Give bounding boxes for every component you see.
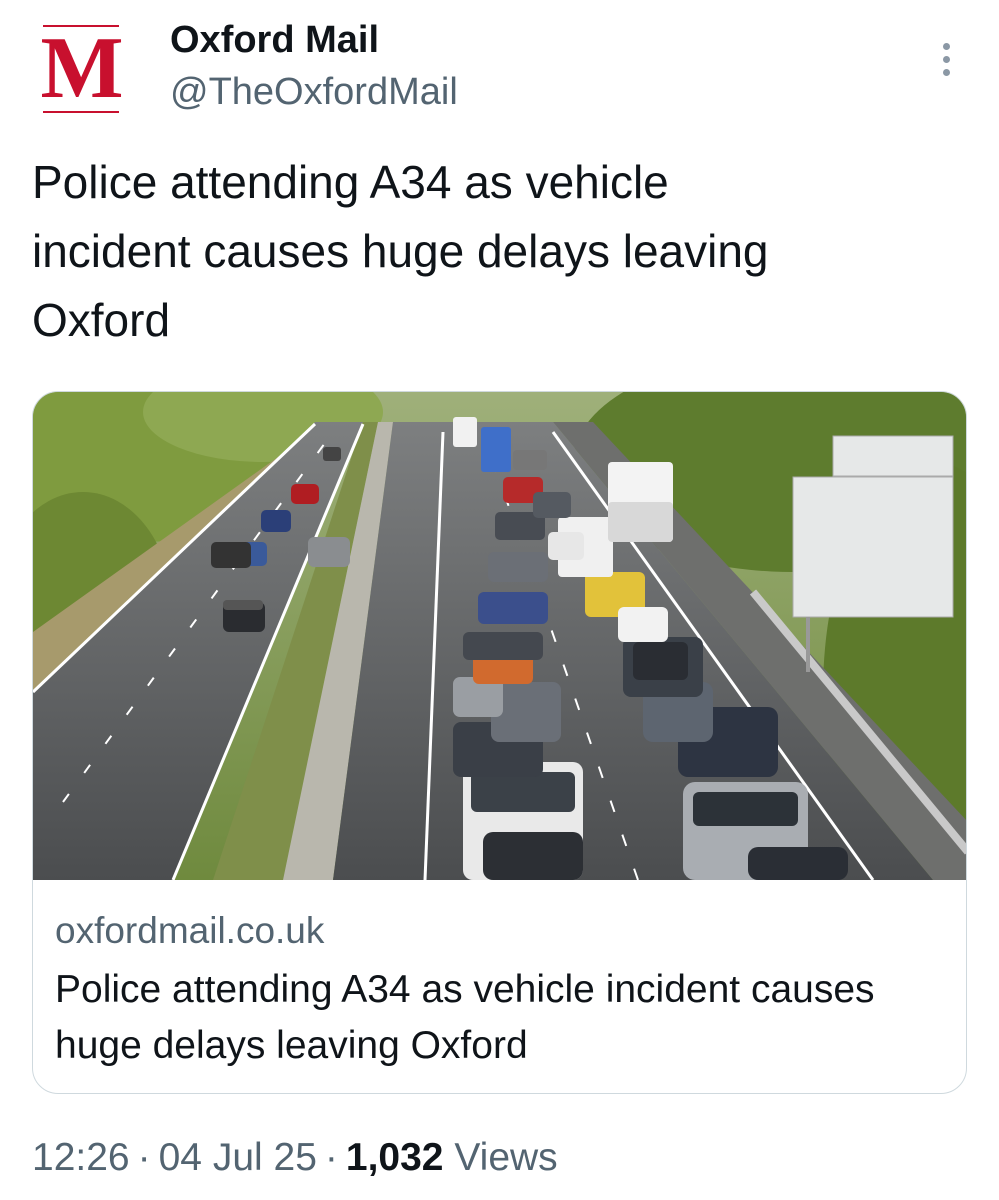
- avatar[interactable]: M: [30, 20, 132, 118]
- link-card[interactable]: oxfordmail.co.uk Police attending A34 as…: [32, 391, 967, 1094]
- meta-separator: ·: [324, 1136, 338, 1179]
- logo-letter: M: [40, 20, 123, 117]
- more-options-button[interactable]: [928, 34, 964, 84]
- tweet-page: M Oxford Mail @TheOxfordMail Police atte…: [0, 0, 999, 1200]
- traffic-photo: [33, 392, 966, 880]
- more-vertical-icon-dot: [942, 55, 950, 63]
- more-vertical-icon: [942, 42, 950, 50]
- user-handle[interactable]: @TheOxfordMail: [170, 68, 458, 116]
- tweet-text: Police attending A34 as vehicle incident…: [32, 156, 769, 346]
- more-vertical-icon-dot: [942, 68, 950, 76]
- tweet-meta: 12:26 · 04 Jul 25 · 1,032 Views: [32, 1130, 558, 1186]
- card-image[interactable]: [33, 392, 966, 880]
- card-title[interactable]: Police attending A34 as vehicle incident…: [55, 962, 935, 1074]
- views-count[interactable]: 1,032: [346, 1136, 444, 1179]
- views-label: Views: [454, 1136, 558, 1179]
- logo-rule-bottom: [43, 111, 119, 113]
- display-name[interactable]: Oxford Mail: [170, 16, 379, 64]
- meta-separator: ·: [137, 1136, 151, 1179]
- tweet-date[interactable]: 04 Jul 25: [159, 1136, 317, 1179]
- tweet-time[interactable]: 12:26: [32, 1136, 130, 1179]
- card-domain[interactable]: oxfordmail.co.uk: [55, 908, 324, 954]
- oxford-mail-logo: M: [33, 23, 129, 115]
